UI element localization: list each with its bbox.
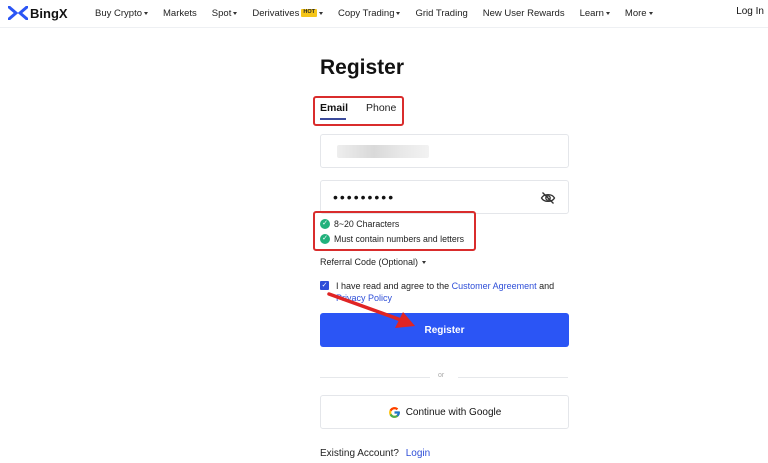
google-signin-button[interactable]: Continue with Google (320, 395, 569, 429)
nav-item-spot[interactable]: Spot (212, 8, 238, 19)
nav-item-buy-crypto[interactable]: Buy Crypto (95, 8, 148, 19)
check-circle-icon: ✓ (320, 234, 330, 244)
nav-item-label: Markets (163, 7, 197, 19)
tab-phone[interactable]: Phone (366, 102, 396, 114)
tab-email[interactable]: Email (320, 102, 348, 114)
nav-item-grid-trading[interactable]: Grid Trading (415, 8, 467, 19)
rule-text: Must contain numbers and letters (334, 234, 465, 244)
existing-account-text: Existing Account? (320, 448, 399, 459)
nav-item-markets[interactable]: Markets (163, 8, 197, 19)
agree-and: and (539, 281, 555, 291)
nav-item-new-user-rewards[interactable]: New User Rewards (483, 8, 565, 19)
nav-item-label: Derivatives (252, 7, 300, 19)
password-field[interactable]: ••••••••• (320, 180, 569, 214)
chevron-down-icon (144, 11, 148, 15)
page-title: Register (320, 56, 405, 79)
chevron-down-icon (318, 11, 323, 15)
login-link[interactable]: Login (406, 448, 430, 459)
divider (458, 377, 568, 378)
nav-item-label: Spot (211, 7, 232, 19)
bingx-logo-icon (8, 6, 28, 20)
chevron-down-icon (648, 11, 653, 15)
chevron-down-icon (605, 11, 610, 15)
password-rule-composition: ✓ Must contain numbers and letters (320, 234, 464, 244)
nav-item-label: New User Rewards (482, 7, 565, 19)
referral-label: Referral Code (Optional) (320, 257, 419, 267)
or-separator: or (438, 372, 445, 379)
password-value: ••••••••• (333, 189, 396, 205)
referral-code-toggle[interactable]: Referral Code (Optional) (320, 257, 427, 267)
check-circle-icon: ✓ (320, 219, 330, 229)
nav-item-derivatives[interactable]: Derivatives HOT (252, 8, 323, 19)
blurred-email-value (337, 145, 429, 158)
agree-checkbox[interactable]: ✓ (320, 281, 329, 290)
rules-highlight-box (313, 211, 476, 251)
email-field[interactable] (320, 134, 569, 168)
password-rule-length: ✓ 8~20 Characters (320, 219, 399, 229)
nav-menu: Buy Crypto Markets Spot Derivatives HOT … (95, 0, 668, 26)
nav-item-more[interactable]: More (625, 8, 653, 19)
active-tab-indicator (320, 118, 346, 120)
chevron-down-icon (396, 11, 401, 15)
existing-account-row: Existing Account? Login (320, 448, 430, 459)
top-navigation: BingX Buy Crypto Markets Spot Derivative… (0, 0, 768, 28)
nav-login-link[interactable]: Log In (736, 6, 764, 17)
google-button-label: Continue with Google (405, 406, 502, 418)
rule-text: 8~20 Characters (334, 219, 400, 229)
hot-badge: HOT (301, 9, 317, 17)
divider (320, 377, 430, 378)
nav-item-label: More (624, 7, 647, 19)
google-icon (388, 406, 400, 418)
customer-agreement-link[interactable]: Customer Agreement (452, 281, 537, 291)
chevron-down-icon (422, 260, 427, 264)
nav-item-label: Learn (579, 7, 604, 19)
brand-logo[interactable]: BingX (8, 4, 68, 22)
eye-slash-icon[interactable] (540, 191, 556, 205)
red-arrow-icon (327, 292, 415, 328)
nav-item-copy-trading[interactable]: Copy Trading (338, 8, 401, 19)
nav-item-learn[interactable]: Learn (580, 8, 610, 19)
nav-item-label: Grid Trading (415, 7, 468, 19)
nav-item-label: Buy Crypto (95, 7, 142, 19)
brand-name: BingX (30, 5, 68, 21)
chevron-down-icon (233, 11, 238, 15)
nav-item-label: Copy Trading (337, 7, 395, 19)
